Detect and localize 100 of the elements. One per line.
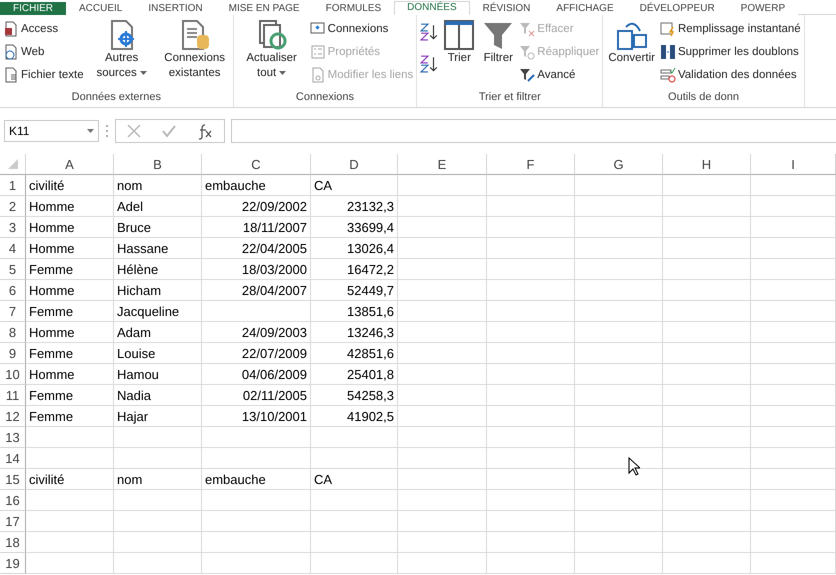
table-cell: 13851,6	[311, 301, 398, 322]
ribbon-button[interactable]: Avancé	[519, 65, 600, 85]
row-header[interactable]: 18	[0, 532, 26, 553]
table-cell: embauche	[202, 175, 311, 196]
ribbon-tab[interactable]: RÉVISION	[470, 2, 544, 15]
table-cell: 13026,4	[311, 238, 398, 259]
table-cell: Hicham	[114, 280, 202, 301]
column-header[interactable]: A	[26, 154, 114, 175]
ribbon-button[interactable]: Connexions	[310, 19, 414, 39]
sort-icon[interactable]	[420, 23, 438, 41]
ribbon-tab[interactable]: FORMULES	[312, 2, 394, 15]
row-header[interactable]: 16	[0, 490, 26, 511]
columns-icon	[660, 44, 676, 60]
table-cell: 16472,2	[311, 259, 398, 280]
ribbon-button[interactable]: Actualiser tout	[236, 19, 307, 89]
table-cell: 42851,6	[311, 343, 398, 364]
sort-icon[interactable]	[420, 55, 438, 73]
table-cell: Femme	[26, 385, 114, 406]
ribbon-button[interactable]: Web	[3, 42, 84, 62]
ribbon-button[interactable]: Supprimer les doublons	[660, 42, 801, 62]
filter-reapply-icon	[519, 44, 536, 60]
column-header[interactable]: D	[311, 154, 398, 175]
table-cell: Adam	[114, 322, 202, 343]
ribbon-tab[interactable]: MISE EN PAGE	[216, 2, 313, 15]
ribbon-tab[interactable]: FICHIER	[0, 2, 66, 15]
row-header[interactable]: 1	[0, 175, 26, 196]
column-header[interactable]: C	[202, 154, 311, 175]
ribbon-button[interactable]: Access	[3, 19, 84, 39]
ribbon-button[interactable]: Validation des données	[660, 65, 801, 85]
row-header[interactable]: 5	[0, 259, 26, 280]
table-cell: 24/09/2003	[202, 322, 311, 343]
validation-icon	[660, 67, 676, 83]
ribbon-button[interactable]: Connexions existantes	[160, 19, 230, 89]
column-header[interactable]: E	[398, 154, 487, 175]
row-header[interactable]: 19	[0, 553, 26, 574]
name-box[interactable]: K11	[4, 120, 99, 142]
ribbon-button[interactable]: Remplissage instantané	[660, 19, 801, 39]
row-header[interactable]: 12	[0, 406, 26, 427]
caret-icon	[140, 70, 147, 75]
row-header[interactable]: 4	[0, 238, 26, 259]
group-label: Connexions	[294, 90, 356, 105]
table-cell: 02/11/2005	[202, 385, 311, 406]
table-cell: Hélène	[114, 259, 202, 280]
column-header[interactable]: G	[575, 154, 663, 175]
row-header[interactable]: 11	[0, 385, 26, 406]
row-header[interactable]: 8	[0, 322, 26, 343]
cancel-icon[interactable]	[126, 123, 142, 139]
row-header[interactable]: 14	[0, 448, 26, 469]
table-cell: 04/06/2009	[202, 364, 311, 385]
select-all-corner[interactable]	[0, 154, 26, 175]
row-header[interactable]: 17	[0, 511, 26, 532]
row-header[interactable]: 3	[0, 217, 26, 238]
ribbon-button[interactable]: Fichier texte	[3, 65, 84, 85]
column-header[interactable]: I	[751, 154, 836, 175]
check-icon[interactable]	[160, 123, 177, 139]
table-cell: 18/11/2007	[202, 217, 311, 238]
ribbon-button[interactable]: Convertir	[606, 19, 657, 89]
ribbon-tab[interactable]: POWERP	[728, 2, 798, 15]
ribbon-button[interactable]: Trier	[441, 19, 478, 89]
ribbon-tab[interactable]: AFFICHAGE	[543, 2, 627, 15]
ribbon-tab[interactable]: DONNÉES	[394, 1, 470, 15]
table-cell: nom	[114, 175, 202, 196]
table-cell: Homme	[26, 238, 114, 259]
ribbon-button[interactable]: Autres sources	[86, 19, 157, 89]
row-header[interactable]: 6	[0, 280, 26, 301]
ribbon-tab[interactable]: DÉVELOPPEUR	[626, 2, 728, 15]
filter-clear-icon	[519, 21, 536, 37]
row-header[interactable]: 7	[0, 301, 26, 322]
formula-field[interactable]	[231, 119, 836, 143]
ribbon-tab[interactable]: ACCUEIL	[66, 2, 136, 15]
row-header[interactable]: 13	[0, 427, 26, 448]
table-cell: Jacqueline	[114, 301, 202, 322]
table-cell: 22/09/2002	[202, 196, 311, 217]
column-header[interactable]: B	[114, 154, 202, 175]
table-cell: Hassane	[114, 238, 202, 259]
ribbon-tab[interactable]: INSERTION	[135, 2, 216, 15]
table-cell: Homme	[26, 217, 114, 238]
link-document-icon	[310, 67, 326, 83]
row-header[interactable]: 9	[0, 343, 26, 364]
row-header[interactable]: 10	[0, 364, 26, 385]
caret-icon	[87, 129, 94, 133]
row-header[interactable]: 2	[0, 196, 26, 217]
table-cell: 13246,3	[311, 322, 398, 343]
table-cell: 22/04/2005	[202, 238, 311, 259]
table-cell: nom	[114, 469, 202, 490]
column-header[interactable]: H	[663, 154, 751, 175]
table-cell: 23132,3	[311, 196, 398, 217]
table-cell: 33699,4	[311, 217, 398, 238]
table-cell: CA	[311, 469, 398, 490]
column-header[interactable]: F	[487, 154, 575, 175]
table-cell: 18/03/2000	[202, 259, 311, 280]
table-cell: 52449,7	[311, 280, 398, 301]
function-icon[interactable]	[196, 122, 214, 140]
table-cell: civilité	[26, 469, 114, 490]
table-cell: Femme	[26, 406, 114, 427]
row-header[interactable]: 15	[0, 469, 26, 490]
mouse-pointer-icon	[628, 457, 640, 476]
triangle-icon	[8, 159, 18, 169]
table-cell: Homme	[26, 280, 114, 301]
ribbon-button[interactable]: Filtrer	[480, 19, 516, 89]
